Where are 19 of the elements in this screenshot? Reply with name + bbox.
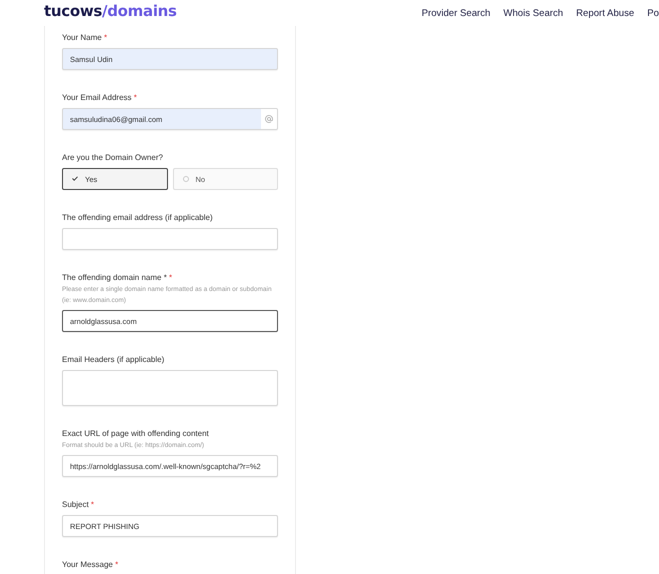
radio-icon [182,176,188,182]
text-area[interactable] [62,370,278,406]
field-label: Exact URL of page with offending content [62,428,210,439]
field-label: The offending email address (if applicable) [62,212,214,223]
field-label: Subject * [62,499,96,510]
field-label: Are you the Domain Owner? [62,152,164,163]
site-logo[interactable]: tucows/domains [44,2,177,20]
nav-link[interactable]: Report Abuse [576,8,634,18]
nav-link[interactable]: Po [647,8,659,18]
nav-link[interactable]: Whois Search [503,8,564,18]
field-label: The offending domain name * * [62,272,174,283]
check-icon [72,176,78,182]
field-label: Your Name * [62,32,108,43]
field-label: Email Headers (if applicable) [62,354,166,365]
input-field[interactable] [62,228,278,250]
at-sign-icon [261,109,277,129]
field-label: Your Email Address * [62,92,138,103]
nav-link[interactable]: Provider Search [422,8,490,18]
field-label: Your Message * [62,559,120,570]
